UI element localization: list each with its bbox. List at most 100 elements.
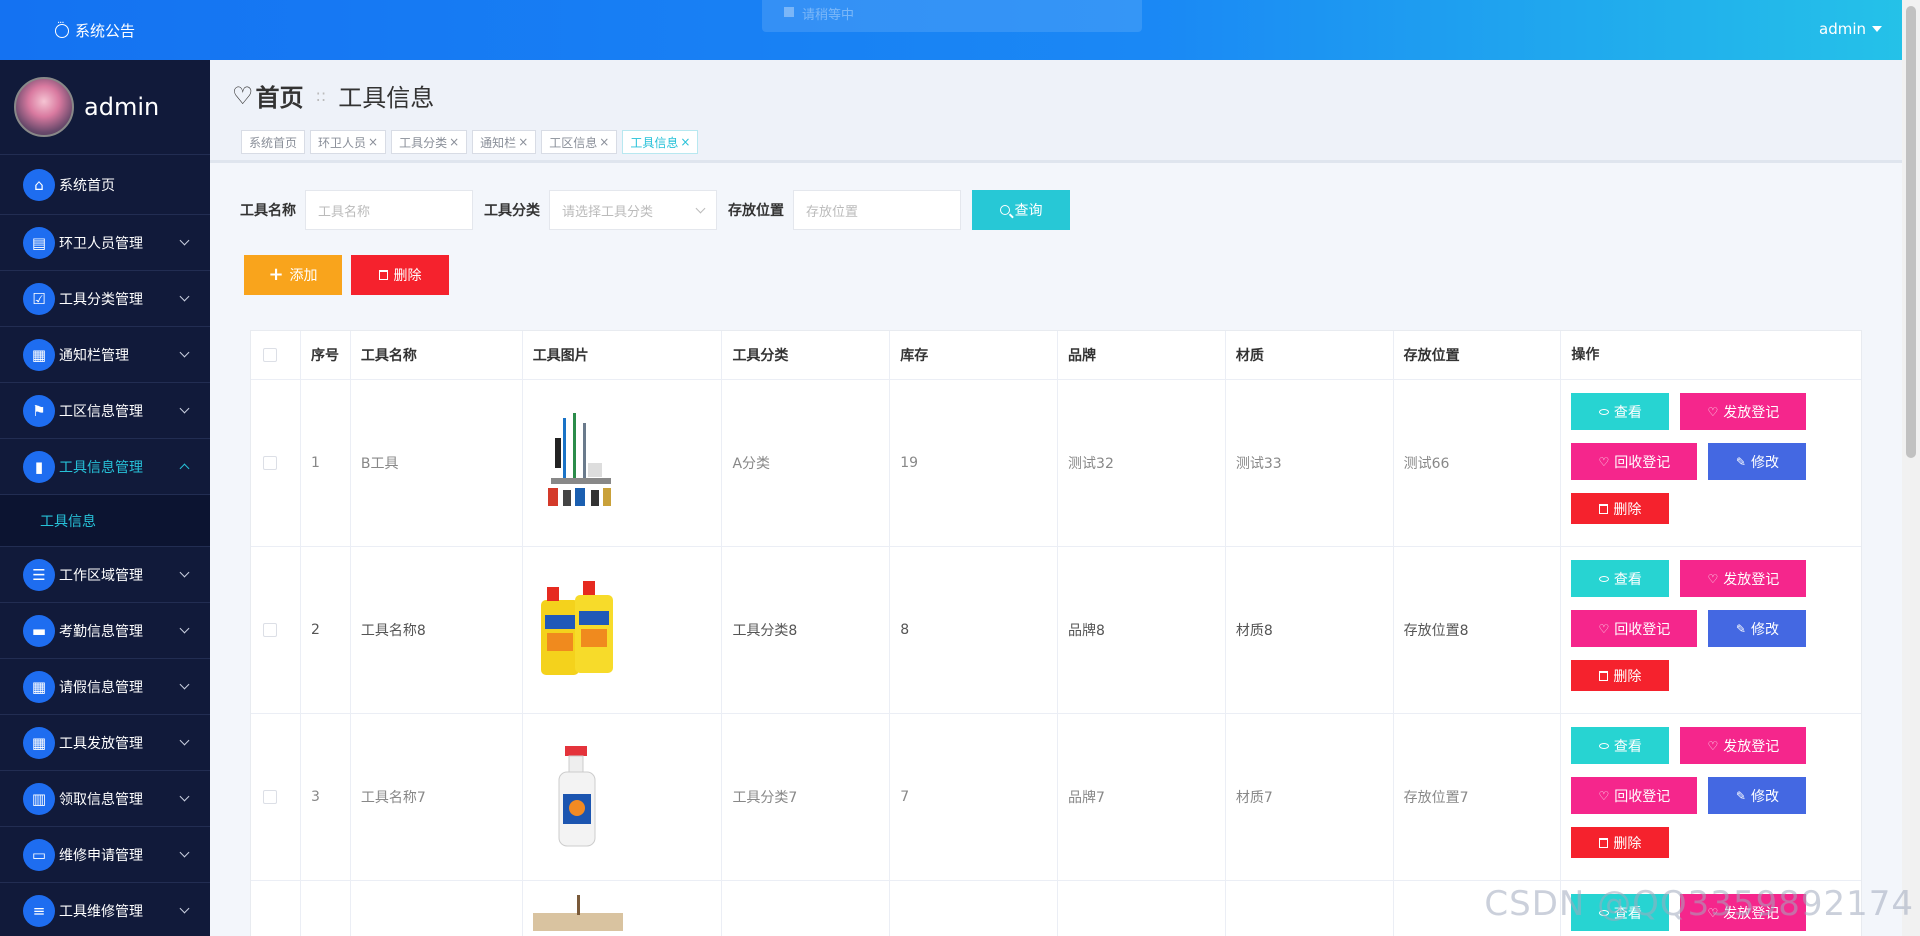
bulk-delete-button[interactable]: 删除 [351, 255, 449, 295]
heart-icon: ♡ [1707, 738, 1719, 753]
chat-icon [55, 18, 69, 38]
column-header: 库存 [890, 331, 1059, 379]
tab-tag-0[interactable]: 系统首页 [241, 130, 306, 154]
tab-tag-3[interactable]: 通知栏 × [472, 130, 537, 154]
location-search-input[interactable]: 存放位置 [793, 190, 961, 230]
sidebar-item-11[interactable]: ▭ 维修申请管理 [0, 827, 210, 883]
chevron-down-icon [179, 623, 190, 634]
breadcrumb-home[interactable]: 首页 [256, 78, 304, 113]
search-bar: 工具名称 工具名称 工具分类 请选择工具分类 存放位置 存放位置 查询 [240, 190, 1070, 230]
chevron-down-icon [179, 847, 190, 858]
list-icon: ☰ [23, 558, 55, 591]
column-header: 品牌 [1058, 331, 1226, 379]
row-checkbox[interactable] [263, 790, 277, 804]
issue-register-button-label: 发放登记 [1723, 404, 1780, 421]
scrollbar-thumb[interactable] [1906, 6, 1916, 458]
cell-empty [722, 881, 891, 936]
cell-name: 工具名称7 [351, 714, 523, 880]
search-button[interactable]: 查询 [972, 190, 1070, 230]
sidebar-item-0[interactable]: ⌂ 系统首页 [0, 155, 210, 215]
close-icon[interactable]: × [518, 135, 528, 149]
tab-tag-5[interactable]: 工具信息 × [622, 130, 699, 154]
sidebar-item-label: 工作区域管理 [59, 567, 143, 584]
sidebar-item-6[interactable]: ☰ 工作区域管理 [0, 547, 210, 603]
tool-set-image[interactable] [533, 408, 623, 518]
detergent-bottles-image[interactable] [533, 575, 623, 685]
sidebar-item-4[interactable]: ⚑ 工区信息管理 [0, 383, 210, 439]
close-icon[interactable]: × [680, 135, 690, 149]
issue-register-button[interactable]: ♡ 发放登记 [1680, 393, 1807, 430]
delete-button[interactable]: 删除 [1571, 660, 1670, 691]
user-menu[interactable]: admin [1819, 20, 1882, 38]
view-button-label: 查看 [1613, 571, 1642, 588]
column-header: 工具分类 [722, 331, 891, 379]
cell-image [523, 714, 723, 880]
tab-tag-label: 工具分类 [399, 135, 448, 150]
cell-empty [1226, 881, 1394, 936]
sidebar-item-1[interactable]: ▤ 环卫人员管理 [0, 215, 210, 271]
row-checkbox-cell [251, 547, 301, 713]
grid-icon: ▦ [23, 726, 55, 759]
system-notice[interactable]: 系统公告 [55, 18, 135, 41]
sidebar-item-9[interactable]: ▦ 工具发放管理 [0, 715, 210, 771]
location-label: 存放位置 [728, 203, 784, 219]
cell-stock: 7 [890, 714, 1059, 880]
recycle-register-button[interactable]: ♡ 回收登记 [1571, 777, 1698, 814]
tab-tag-4[interactable]: 工区信息 × [541, 130, 618, 154]
tab-tag-1[interactable]: 环卫人员 × [310, 130, 387, 154]
category-select[interactable]: 请选择工具分类 [549, 190, 717, 230]
broom-image[interactable] [532, 891, 623, 931]
breadcrumb: ♡ 首页 :: 工具信息 [232, 78, 434, 113]
cell-operations: 查看 ♡ 发放登记 ♡ 回收登记 ✎ 修改删除 [1561, 547, 1861, 713]
edit-button[interactable]: ✎ 修改 [1708, 610, 1807, 647]
heart-icon: ♡ [1707, 404, 1719, 419]
cell-empty [523, 881, 723, 936]
delete-button[interactable]: 删除 [1571, 493, 1670, 524]
close-icon[interactable]: × [449, 135, 459, 149]
view-button[interactable]: 查看 [1571, 560, 1670, 597]
sidebar-item-8[interactable]: ▦ 请假信息管理 [0, 659, 210, 715]
sidebar-item-3[interactable]: ▦ 通知栏管理 [0, 327, 210, 383]
issue-register-button[interactable]: ♡ 发放登记 [1680, 560, 1807, 597]
sidebar-item-5[interactable]: ▮ 工具信息管理 [0, 439, 210, 495]
chevron-up-icon [179, 463, 190, 474]
view-button[interactable]: 查看 [1571, 393, 1670, 430]
spray-bottle-image[interactable] [533, 742, 623, 852]
name-search-input[interactable]: 工具名称 [305, 190, 473, 230]
view-button[interactable]: 查看 [1571, 727, 1670, 764]
delete-button[interactable]: 删除 [1571, 827, 1670, 858]
row-checkbox[interactable] [263, 623, 277, 637]
book-icon: ▥ [23, 782, 55, 815]
trash-icon [1599, 503, 1609, 514]
row-checkbox[interactable] [263, 456, 277, 470]
sidebar-item-10[interactable]: ▥ 领取信息管理 [0, 771, 210, 827]
sidebar-item-12[interactable]: ≡ 工具维修管理 [0, 883, 210, 936]
close-icon[interactable]: × [368, 135, 378, 149]
sidebar-item-7[interactable]: ▬ 考勤信息管理 [0, 603, 210, 659]
issue-register-button-label: 发放登记 [1723, 571, 1780, 588]
heart-icon: ♡ [1598, 788, 1610, 803]
submenu-item-tool-info[interactable]: 工具信息 [0, 495, 210, 547]
cell-category: 工具分类7 [722, 714, 891, 880]
recycle-register-button[interactable]: ♡ 回收登记 [1571, 443, 1698, 480]
cell-category: 工具分类8 [722, 547, 891, 713]
cell-empty [1058, 881, 1226, 936]
row-checkbox-cell [251, 380, 301, 546]
page-scrollbar[interactable] [1902, 0, 1920, 936]
tab-tag-2[interactable]: 工具分类 × [391, 130, 468, 154]
close-icon[interactable]: × [599, 135, 609, 149]
recycle-register-button[interactable]: ♡ 回收登记 [1571, 610, 1698, 647]
select-all-checkbox[interactable] [263, 348, 277, 362]
sidebar-item-label: 工具发放管理 [59, 735, 143, 752]
sidebar-item-2[interactable]: ☑ 工具分类管理 [0, 271, 210, 327]
edit-button[interactable]: ✎ 修改 [1708, 443, 1807, 480]
plus-icon: + [268, 264, 284, 285]
loading-toast: 请稍等中 [762, 0, 1142, 32]
add-button[interactable]: + 添加 [244, 255, 342, 295]
chevron-down-icon [179, 347, 190, 358]
issue-register-button[interactable]: ♡ 发放登记 [1680, 727, 1807, 764]
edit-button[interactable]: ✎ 修改 [1708, 777, 1807, 814]
sidebar-item-label: 维修申请管理 [59, 847, 143, 864]
cell-location: 存放位置8 [1394, 547, 1562, 713]
trash-icon [1599, 670, 1609, 681]
